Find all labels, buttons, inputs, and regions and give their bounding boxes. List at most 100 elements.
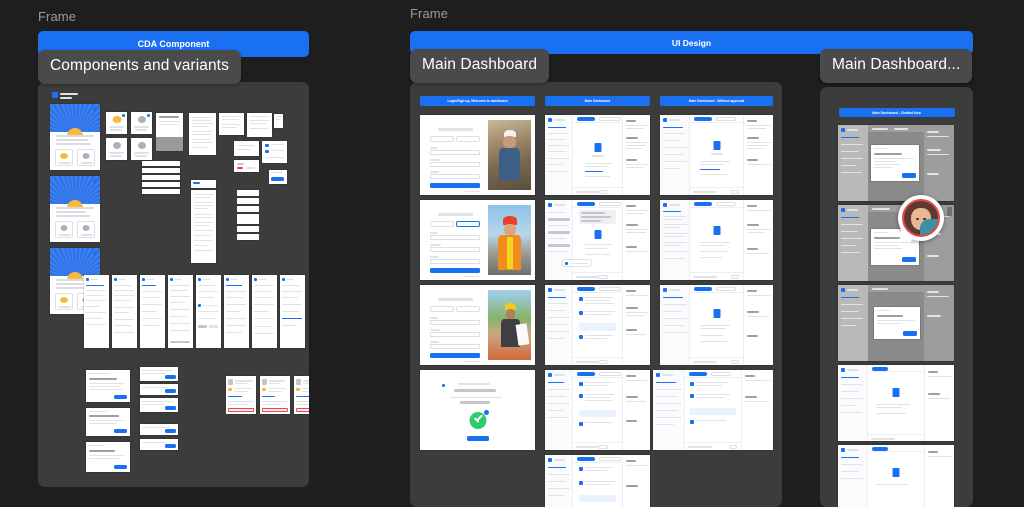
dropdown[interactable] (716, 287, 736, 291)
composer[interactable] (573, 357, 622, 365)
dropdown[interactable] (716, 117, 736, 121)
sidebar[interactable] (660, 115, 690, 195)
dropdown[interactable] (599, 117, 621, 121)
sidebar[interactable] (838, 365, 868, 441)
option-chip[interactable] (77, 149, 95, 166)
new-chat-button[interactable] (577, 372, 595, 376)
dropdown[interactable] (599, 372, 621, 376)
new-chat-button[interactable] (694, 117, 712, 121)
toolbar[interactable] (690, 200, 743, 208)
variant-chip[interactable] (131, 138, 152, 160)
chat-area[interactable] (690, 208, 743, 272)
tab-option[interactable] (456, 221, 480, 227)
chatbot-screen[interactable] (838, 365, 954, 441)
chatbot-screen[interactable] (838, 125, 954, 201)
doc-card[interactable] (156, 113, 183, 151)
doc-card[interactable] (234, 160, 259, 172)
right-panel[interactable] (743, 115, 773, 195)
primary-button[interactable] (271, 177, 284, 181)
column-header-right[interactable]: Main Dashboard - Chatbot flow (838, 108, 955, 117)
new-chat-button[interactable] (694, 202, 712, 206)
new-chat-button[interactable] (689, 372, 707, 376)
confirm-button[interactable] (114, 464, 127, 469)
list-row[interactable] (237, 190, 259, 196)
chat-area[interactable] (573, 123, 622, 187)
submit-button[interactable] (430, 353, 480, 358)
sidebar[interactable] (545, 285, 573, 365)
list-row[interactable] (237, 198, 259, 204)
sidebar-variant[interactable] (140, 275, 165, 348)
send-button[interactable] (731, 190, 739, 194)
list-row[interactable] (142, 161, 180, 166)
action-button[interactable] (165, 406, 176, 410)
sidebar-variant[interactable] (252, 275, 277, 348)
sidebar[interactable] (545, 115, 573, 195)
send-button[interactable] (729, 445, 737, 449)
chat-area[interactable] (690, 293, 743, 357)
dropdown[interactable] (599, 457, 621, 461)
sidebar-variant[interactable] (84, 275, 109, 348)
chat-area[interactable] (685, 378, 741, 442)
login-screen[interactable] (420, 115, 535, 195)
danger-button[interactable] (296, 408, 309, 412)
tab-option[interactable] (430, 306, 454, 312)
sidebar[interactable] (545, 200, 573, 280)
dropdown[interactable] (599, 202, 621, 206)
list-row[interactable] (142, 175, 180, 180)
new-chat-button[interactable] (577, 457, 595, 461)
composer[interactable] (573, 442, 622, 450)
send-button[interactable] (731, 360, 739, 364)
right-panel[interactable] (622, 115, 650, 195)
input-field[interactable] (430, 344, 480, 349)
hero-card[interactable] (50, 176, 100, 242)
toolbar[interactable] (573, 115, 638, 123)
send-button[interactable] (598, 360, 608, 364)
toolbar[interactable] (690, 285, 743, 293)
modal-dialog[interactable] (874, 307, 920, 339)
dashboard-screen[interactable] (545, 370, 650, 450)
doc-card[interactable] (189, 113, 216, 155)
toast-row[interactable] (140, 367, 178, 381)
input-field[interactable] (430, 150, 480, 155)
toolbar[interactable] (868, 285, 924, 292)
variant-chip[interactable] (106, 112, 127, 134)
dropdown[interactable] (716, 202, 736, 206)
login-screen[interactable] (420, 200, 535, 280)
tab-option[interactable] (456, 306, 480, 312)
right-panel[interactable] (924, 445, 954, 507)
danger-button[interactable] (228, 408, 254, 412)
toast-row[interactable] (140, 398, 178, 412)
login-screen[interactable] (420, 285, 535, 365)
scrollbar[interactable] (947, 207, 952, 216)
chat-area[interactable] (573, 463, 622, 507)
send-button[interactable] (731, 275, 739, 279)
composer[interactable] (690, 187, 743, 195)
dashboard-screen[interactable] (545, 115, 650, 195)
dropdown[interactable] (599, 287, 621, 291)
option-chip[interactable] (55, 149, 73, 166)
right-panel[interactable] (743, 200, 773, 280)
option-chip[interactable] (77, 221, 95, 238)
modal-dialog[interactable] (871, 145, 919, 181)
toolbar[interactable] (573, 455, 622, 463)
toolbar[interactable] (685, 370, 741, 378)
new-chat-button[interactable] (577, 202, 595, 206)
danger-button[interactable] (262, 408, 288, 412)
option-chip[interactable] (55, 293, 73, 310)
sidebar-variant[interactable] (280, 275, 305, 348)
tab-option[interactable] (456, 136, 480, 142)
chatbot-screen[interactable] (838, 285, 954, 361)
column-header-2[interactable]: Main Dashboard (545, 96, 650, 106)
action-button[interactable] (165, 375, 176, 379)
frame-body-right[interactable]: Main Dashboard - Chatbot flow (820, 87, 973, 507)
list-row[interactable] (142, 168, 180, 173)
profile-card[interactable] (226, 376, 256, 414)
submit-button[interactable] (430, 268, 480, 273)
sidebar[interactable] (660, 285, 690, 365)
action-button[interactable] (165, 444, 176, 448)
doc-card[interactable] (234, 141, 259, 156)
list-row[interactable] (237, 214, 259, 224)
toolbar[interactable] (868, 445, 924, 452)
profile-card[interactable] (260, 376, 290, 414)
sidebar[interactable] (653, 370, 685, 450)
